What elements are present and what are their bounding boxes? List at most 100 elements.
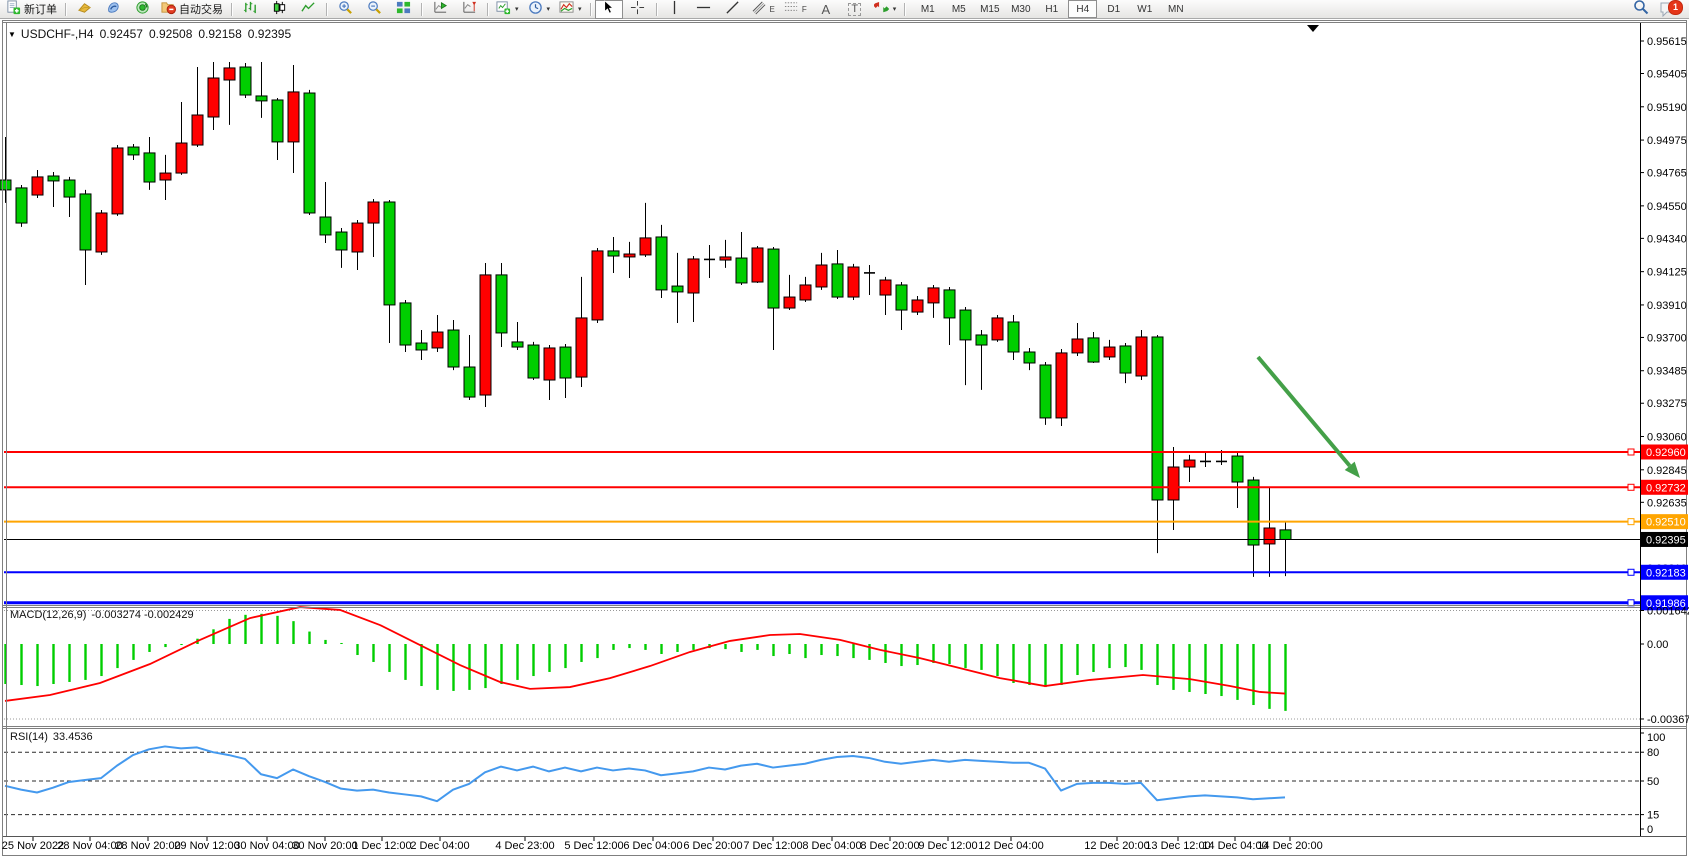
candle-body xyxy=(1168,467,1179,500)
candle-body xyxy=(272,100,283,142)
macd-axis-label: 0.00 xyxy=(1647,639,1668,651)
timeframe-button-w1[interactable]: W1 xyxy=(1130,0,1159,18)
timeframe-button-d1[interactable]: D1 xyxy=(1099,0,1128,18)
new-order-icon xyxy=(6,0,21,18)
text-tool-button[interactable]: A xyxy=(812,0,840,19)
autotrade-button[interactable]: 自动交易 xyxy=(157,0,227,19)
tile-windows-button[interactable] xyxy=(389,0,417,19)
horizontal-line-tool-button[interactable] xyxy=(690,0,718,19)
price-axis-label: 0.94340 xyxy=(1647,233,1687,245)
candle-body xyxy=(608,251,619,256)
candle-body xyxy=(1040,365,1051,418)
macd-name: MACD(12,26,9) xyxy=(10,609,86,621)
candle-body xyxy=(784,297,795,308)
time-axis-label: 28 Nov 20:00 xyxy=(115,840,180,852)
toolbar-separator xyxy=(587,2,594,17)
search-icon[interactable] xyxy=(1633,0,1649,20)
trendline-tool-button[interactable] xyxy=(719,0,747,19)
candle-body xyxy=(736,258,747,283)
candle-body xyxy=(208,78,219,117)
profiles-icon xyxy=(77,0,92,18)
time-axis-label: 6 Dec 04:00 xyxy=(623,840,682,852)
candle-body xyxy=(480,275,491,395)
candle-body xyxy=(560,347,571,378)
zoom-out-button[interactable] xyxy=(360,0,388,19)
candle-body xyxy=(720,257,731,260)
chart-background xyxy=(2,20,1687,856)
fibonacci-tool-button[interactable]: F xyxy=(780,0,811,19)
candle-body xyxy=(192,115,203,145)
profiles-button[interactable] xyxy=(70,0,98,19)
chart-shift-icon xyxy=(462,0,477,18)
candle-body xyxy=(448,330,459,367)
price-axis-label: 0.95615 xyxy=(1647,36,1687,48)
candle-body xyxy=(672,286,683,292)
toolbar-separator xyxy=(418,2,425,17)
chart-canvas: 0.956150.954050.951900.949750.947650.945… xyxy=(0,0,1689,858)
timeframe-button-m1[interactable]: M1 xyxy=(913,0,942,18)
line-handle[interactable] xyxy=(1628,519,1634,525)
time-axis-label: 9 Dec 12:00 xyxy=(918,840,977,852)
auto-scroll-button[interactable] xyxy=(426,0,454,19)
time-axis-label: 8 Dec 04:00 xyxy=(802,840,861,852)
timeframe-button-h4[interactable]: H4 xyxy=(1068,0,1097,18)
notifications-button[interactable]: 1 xyxy=(1659,1,1679,18)
price-axis-label: 0.93485 xyxy=(1647,366,1687,378)
line-handle[interactable] xyxy=(1628,569,1634,575)
cursor-tool-button[interactable] xyxy=(595,0,623,19)
candle-body xyxy=(288,92,299,142)
data-window-button[interactable] xyxy=(99,0,127,19)
text-tool-icon: A xyxy=(821,2,830,17)
line-handle[interactable] xyxy=(1628,449,1634,455)
timeframe-button-h1[interactable]: H1 xyxy=(1037,0,1066,18)
price-axis-label: 0.92845 xyxy=(1647,465,1687,477)
signal-button[interactable] xyxy=(128,0,156,19)
candle-body xyxy=(1024,352,1035,363)
rsi-value: 33.4536 xyxy=(53,731,93,743)
zoom-in-button[interactable] xyxy=(331,0,359,19)
candle-body xyxy=(416,343,427,350)
timeframe-button-m30[interactable]: M30 xyxy=(1006,0,1035,18)
candle-body xyxy=(400,303,411,345)
rsi-axis-label: 0 xyxy=(1647,824,1653,836)
periods-clock-button[interactable]: ▾ xyxy=(524,0,555,19)
price-axis-label: 0.93060 xyxy=(1647,432,1687,444)
channel-tool-button[interactable]: E xyxy=(748,0,779,19)
rsi-indicator-label: RSI(14) 33.4536 xyxy=(10,731,93,743)
candle-body xyxy=(256,96,267,101)
vertical-line-icon xyxy=(667,0,682,18)
arrows-tool-button[interactable]: ▾ xyxy=(870,0,901,19)
line-handle[interactable] xyxy=(1628,600,1634,606)
candle-body xyxy=(800,285,811,300)
crosshair-tool-button[interactable] xyxy=(624,0,652,19)
price-axis-label: 0.95190 xyxy=(1647,102,1687,114)
time-axis-label: 2 Dec 04:00 xyxy=(410,840,469,852)
new-chart-button[interactable]: ▾ xyxy=(492,0,523,19)
candle-body xyxy=(384,202,395,305)
dropdown-caret-icon: ▾ xyxy=(547,5,551,13)
dropdown-caret-icon: ▾ xyxy=(578,5,582,13)
label-tool-button[interactable]: T xyxy=(841,0,869,19)
indicators-button[interactable]: ▾ xyxy=(555,0,586,19)
line-chart-button[interactable] xyxy=(294,0,322,19)
timeframe-button-m15[interactable]: M15 xyxy=(975,0,1004,18)
label-tool-icon: T xyxy=(848,3,861,16)
price-axis-label: 0.93910 xyxy=(1647,300,1687,312)
data-window-icon xyxy=(106,0,121,18)
rsi-axis-label: 15 xyxy=(1647,810,1659,822)
candle-body xyxy=(432,332,443,348)
candle-body xyxy=(880,280,891,295)
chart-shift-button[interactable] xyxy=(455,0,483,19)
line-handle[interactable] xyxy=(1628,484,1634,490)
chart-dropdown-icon[interactable]: ▼ xyxy=(8,30,16,39)
new-order-button[interactable]: 新订单 xyxy=(2,0,61,19)
timeframe-toolbar: M1M5M15M30H1H4D1W1MN xyxy=(913,0,1190,18)
candle-body xyxy=(112,148,123,214)
timeframe-button-m5[interactable]: M5 xyxy=(944,0,973,18)
candle-body xyxy=(96,213,107,252)
bar-chart-button[interactable] xyxy=(236,0,264,19)
candlestick-chart-button[interactable] xyxy=(265,0,293,19)
line-price-label: 0.92732 xyxy=(1646,482,1686,494)
timeframe-button-mn[interactable]: MN xyxy=(1161,0,1190,18)
vertical-line-tool-button[interactable] xyxy=(661,0,689,19)
